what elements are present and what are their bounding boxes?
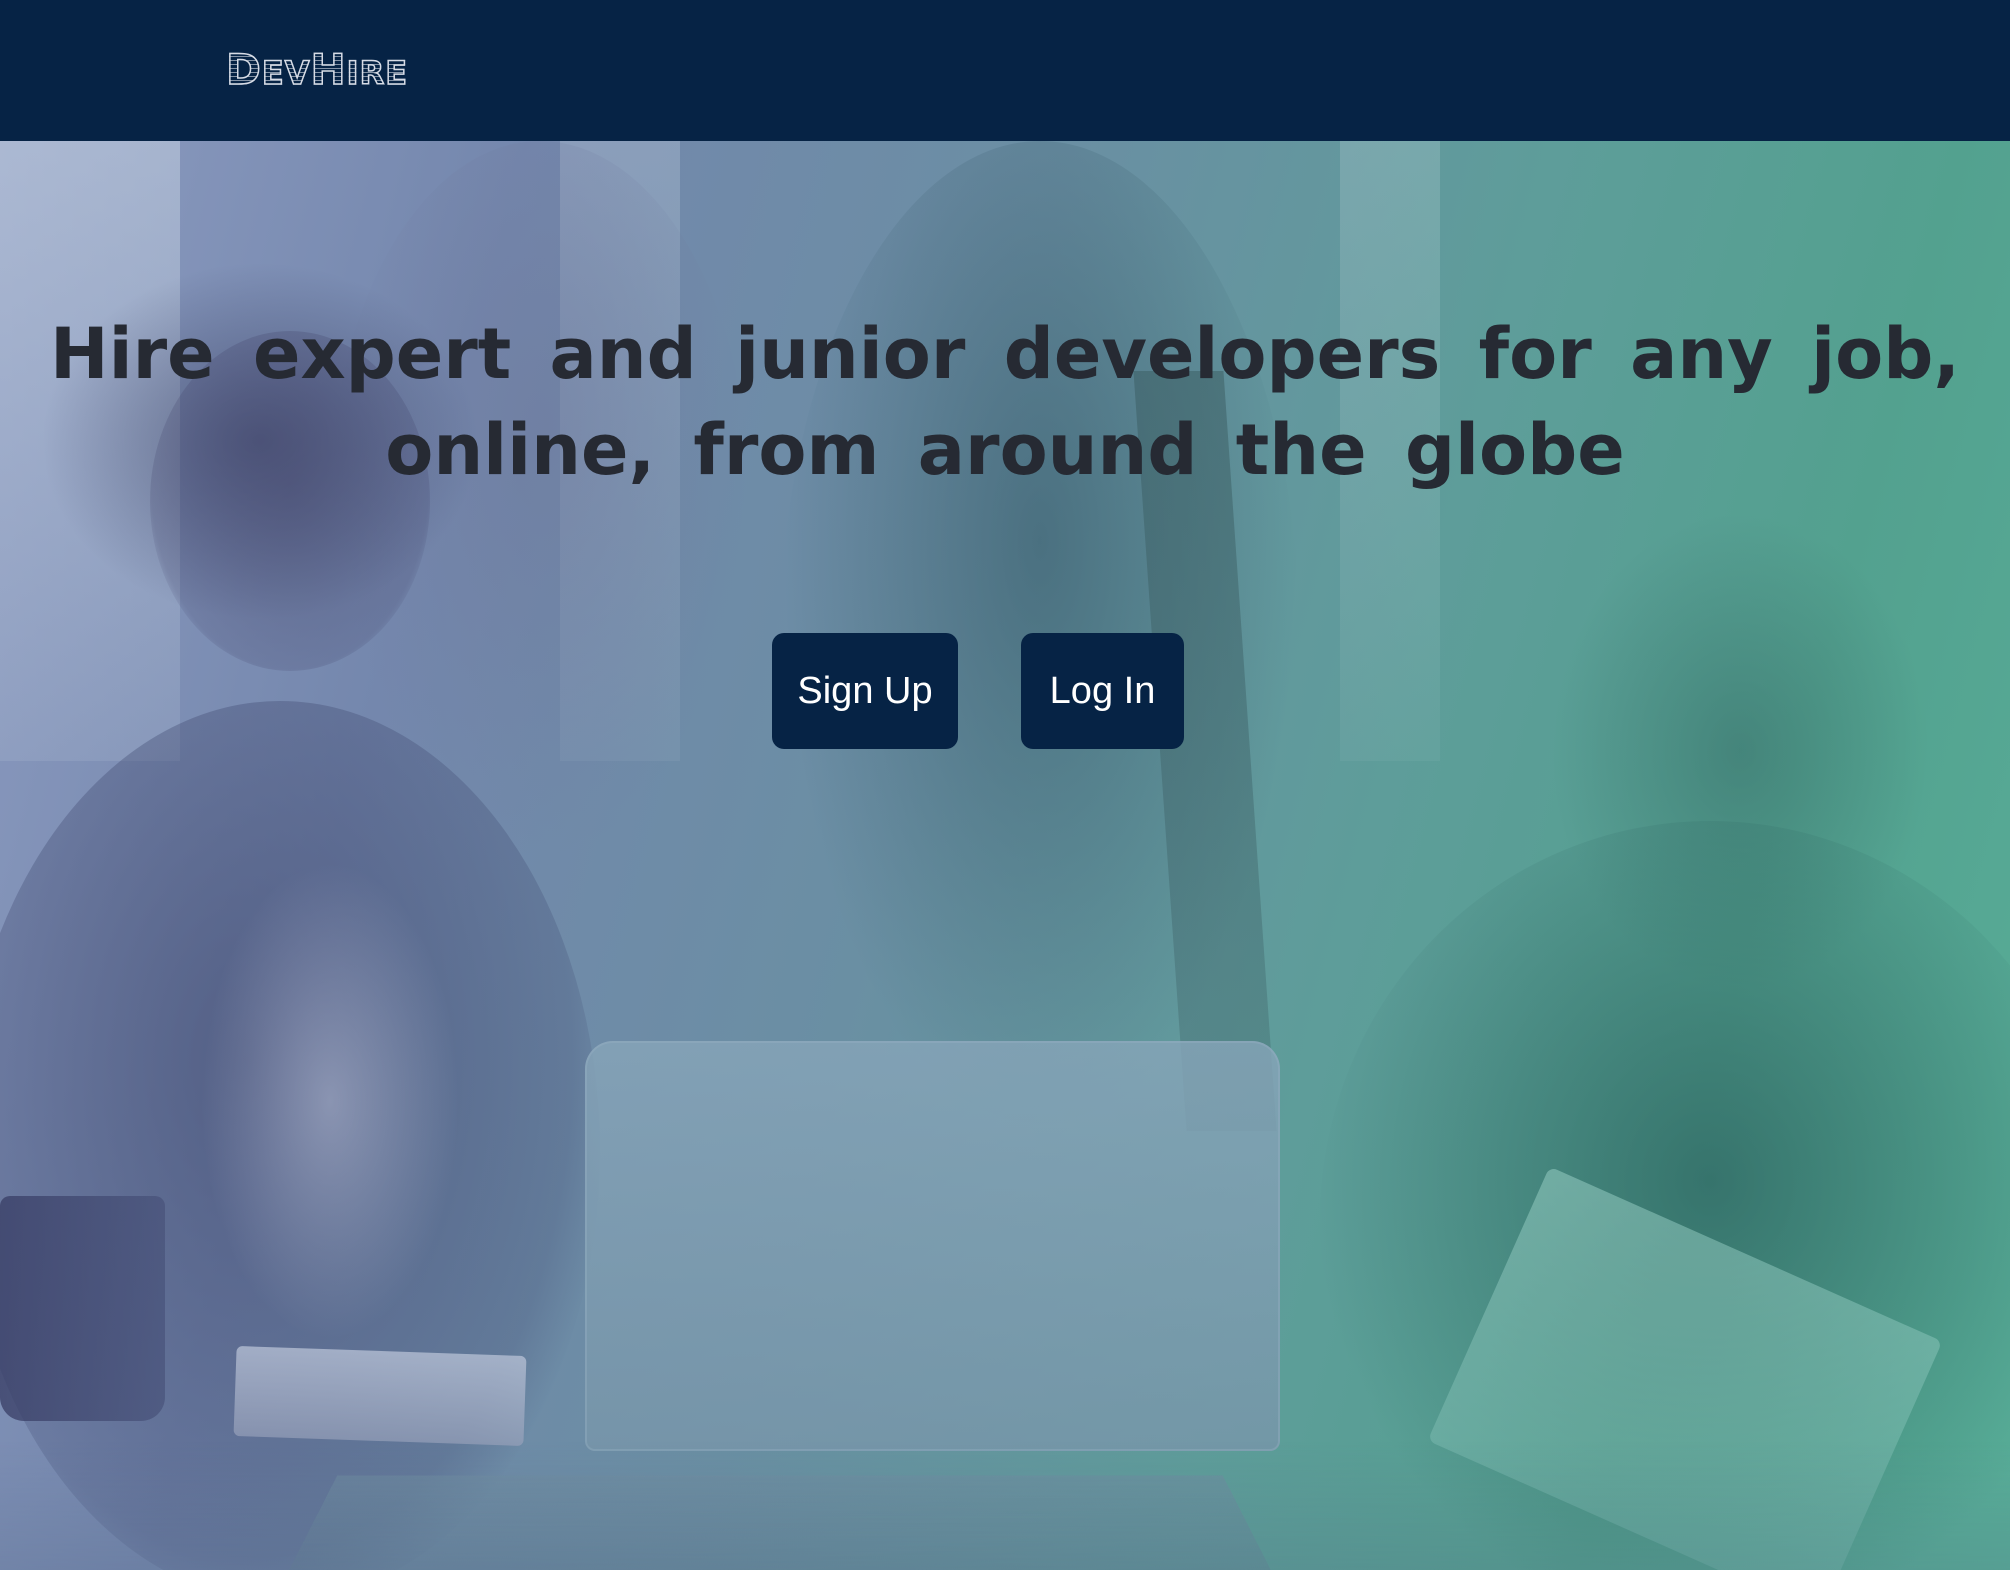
laptop-image [585,1041,1280,1451]
hero-section: Hire expert and junior developers for an… [0,141,2010,1570]
devhire-logo[interactable]: DEVHIRE [225,42,409,98]
landing-page: DEVHIRE Hire expert and junior developer… [0,0,2010,1570]
logo-text: DEVHIRE [225,45,409,94]
sign-up-button[interactable]: Sign Up [772,633,958,749]
log-in-button[interactable]: Log In [1021,633,1184,749]
hero-headline: Hire expert and junior developers for an… [50,313,1960,491]
top-navbar: DEVHIRE [0,0,2010,141]
